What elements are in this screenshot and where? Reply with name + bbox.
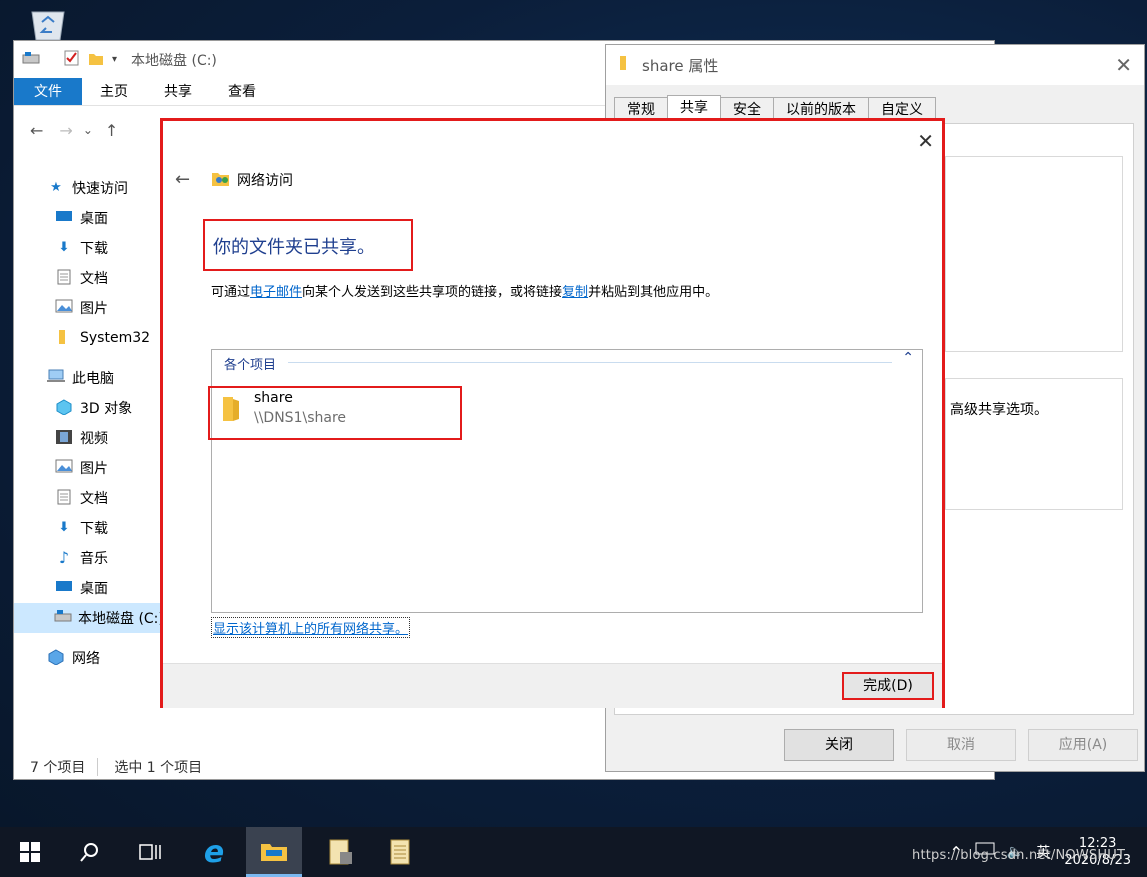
window-title: 本地磁盘 (C:) [131, 52, 217, 69]
tab-home[interactable]: 主页 [82, 78, 146, 105]
shared-heading: 你的文件夹已共享。 [213, 237, 375, 258]
network-share-icon [211, 169, 231, 191]
apply-button[interactable]: 应用(A) [1028, 729, 1138, 761]
desktop-icon [54, 579, 74, 597]
show-all-shares-link[interactable]: 显示该计算机上的所有网络共享。 [211, 617, 411, 638]
tab-file[interactable]: 文件 [14, 78, 82, 105]
folder-icon [618, 55, 632, 75]
back-arrow-icon[interactable]: ← [30, 121, 43, 140]
star-icon: ★ [50, 180, 62, 195]
properties-title-bar: share 属性 ✕ [606, 45, 1144, 85]
windows-logo-icon [20, 842, 40, 862]
heading-highlight-box: 你的文件夹已共享。 [203, 219, 413, 271]
drive-icon [22, 51, 40, 69]
internet-explorer-icon[interactable]: e [186, 827, 242, 877]
nav-item-local-disk[interactable]: 本地磁盘 (C:) [14, 603, 162, 633]
shared-item-name: share [254, 390, 293, 406]
network-icon [46, 649, 66, 667]
music-icon: ♪ [58, 548, 70, 567]
start-button[interactable] [2, 827, 58, 877]
group-header: 各个项目 [224, 358, 277, 373]
picture-icon [54, 299, 74, 317]
recent-locations-chevron-icon[interactable]: ⌄ [83, 123, 93, 137]
shared-item-path: \\DNS1\share [254, 410, 347, 426]
server-manager-icon[interactable] [312, 827, 368, 877]
share-description: 可通过电子邮件向某个人发送到这些共享项的链接，或将链接复制并粘贴到其他应用中。 [211, 285, 719, 300]
tab-share[interactable]: 共享 [146, 78, 210, 105]
advanced-sharing-group: 高级共享选项。 [945, 378, 1123, 510]
dialog-title: 网络访问 [211, 169, 293, 191]
folder-icon [220, 396, 242, 426]
advanced-sharing-text: 高级共享选项。 [950, 402, 1048, 418]
computer-icon [46, 369, 66, 387]
cube-icon [54, 399, 74, 417]
file-explorer-taskbar-icon[interactable] [246, 827, 302, 877]
status-separator [97, 758, 99, 776]
item-count: 7 个项目 [30, 760, 86, 776]
download-icon: ⬇ [58, 520, 70, 535]
folder-icon [54, 329, 74, 347]
shared-item[interactable]: share \\DNS1\share [208, 386, 462, 440]
selected-count: 选中 1 个项目 [114, 760, 203, 776]
download-icon: ⬇ [58, 240, 70, 255]
recycle-bin-icon[interactable] [22, 6, 74, 41]
copy-link[interactable]: 复制 [562, 285, 588, 300]
shared-items-list: 各个项目 ⌃ share \\DNS1\share [208, 349, 923, 613]
up-arrow-icon[interactable]: ↑ [105, 121, 118, 140]
cancel-button[interactable]: 取消 [906, 729, 1016, 761]
back-arrow-icon[interactable]: ← [175, 169, 190, 190]
email-link[interactable]: 电子邮件 [250, 285, 302, 300]
properties-title: share 属性 [642, 56, 719, 75]
navigation-pane: ★ 快速访问 桌面 ⬇ 下载 文档 图片 System32 此电脑 3D 对象 视频… [14, 171, 162, 751]
network-sharing-group [945, 156, 1123, 352]
close-button[interactable]: 关闭 [784, 729, 894, 761]
dialog-title-text: 网络访问 [237, 173, 293, 189]
tab-view[interactable]: 查看 [210, 78, 274, 105]
search-icon[interactable] [62, 827, 118, 877]
drive-icon [54, 609, 72, 627]
chevron-down-icon[interactable]: ▾ [112, 54, 117, 65]
notepad-icon[interactable] [372, 827, 428, 877]
video-icon [54, 429, 74, 447]
done-button[interactable]: 完成(D) [842, 672, 934, 700]
document-icon [54, 269, 74, 287]
forward-arrow-icon[interactable]: → [59, 121, 72, 140]
document-icon [54, 489, 74, 507]
properties-check-icon[interactable] [64, 50, 80, 70]
task-view-icon[interactable] [122, 827, 178, 877]
close-icon[interactable]: ✕ [917, 129, 934, 153]
dialog-footer: 完成(D) [163, 663, 942, 708]
watermark-text: https://blog.csdn.net/NOWSHUT [912, 848, 1126, 863]
chevron-up-icon[interactable]: ⌃ [902, 350, 914, 366]
picture-icon [54, 459, 74, 477]
group-divider [288, 362, 892, 363]
desktop-icon [54, 209, 74, 227]
new-folder-icon[interactable] [88, 50, 104, 70]
close-icon[interactable]: ✕ [1115, 53, 1132, 77]
network-access-dialog: ✕ ← 网络访问 你的文件夹已共享。 可通过电子邮件向某个人发送到这些共享项的链… [160, 118, 945, 708]
